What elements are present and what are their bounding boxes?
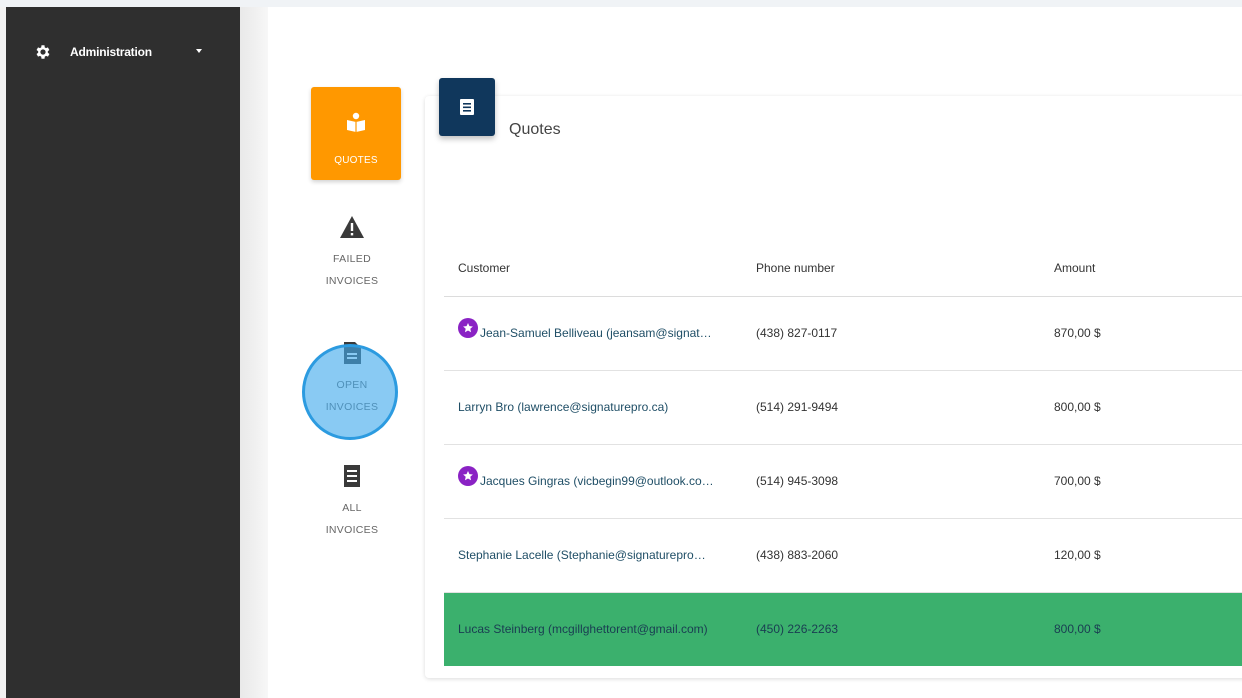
amount-cell: 800,00 $	[1040, 592, 1242, 666]
phone-cell: (514) 291-9494	[742, 370, 1040, 445]
customer-cell[interactable]: Stephanie Lacelle (Stephanie@signaturepr…	[444, 518, 742, 593]
customer-cell[interactable]: Larryn Bro (lawrence@signaturepro.ca)	[444, 370, 742, 445]
table-row[interactable]: Stephanie Lacelle (Stephanie@signaturepr…	[444, 518, 1242, 593]
warning-icon	[307, 212, 397, 242]
column-header-phone[interactable]: Phone number	[742, 240, 1040, 297]
customer-name: Jean-Samuel Belliveau (jeansam@signat…	[480, 326, 712, 340]
amount-cell: 700,00 $	[1040, 444, 1242, 519]
customer-name: Lucas Steinberg (mcgillghettorent@gmail.…	[458, 622, 708, 637]
table-row[interactable]: Jean-Samuel Belliveau (jeansam@signat… (4…	[444, 296, 1242, 371]
star-badge-icon	[458, 318, 478, 338]
page-title: Quotes	[509, 121, 561, 138]
sidebar-item-administration[interactable]: Administration	[26, 36, 216, 68]
nav-tile-open-invoices[interactable]: OPEN INVOICES	[307, 338, 397, 418]
nav-tile-label: ALL	[342, 502, 362, 514]
phone-cell: (438) 883-2060	[742, 518, 1040, 593]
amount-cell: 800,00 $	[1040, 370, 1242, 445]
customer-info: Jean-Samuel Belliveau (jeansam@signat…	[458, 318, 742, 343]
quotes-table: Customer Phone number Amount Jean-Samuel…	[444, 240, 1242, 666]
table-header-row: Customer Phone number Amount	[444, 240, 1242, 297]
customer-cell[interactable]: Jean-Samuel Belliveau (jeansam@signat…	[444, 296, 742, 371]
phone-cell: (514) 945-3098	[742, 444, 1040, 519]
customer-cell[interactable]: Lucas Steinberg (mcgillghettorent@gmail.…	[444, 592, 742, 666]
customer-name: Jacques Gingras (vicbegin99@outlook.co…	[480, 474, 714, 488]
customer-info: Lucas Steinberg (mcgillghettorent@gmail.…	[458, 622, 742, 636]
phone-cell: (438) 827-0117	[742, 296, 1040, 371]
nav-tile-label: INVOICES	[325, 401, 379, 413]
table-row[interactable]: Jacques Gingras (vicbegin99@outlook.co… (…	[444, 444, 1242, 519]
amount-cell: 870,00 $	[1040, 296, 1242, 371]
nav-tile-quotes[interactable]: QUOTES	[311, 87, 401, 180]
gear-icon	[34, 43, 52, 61]
nav-tile-label: OPEN	[336, 379, 368, 391]
quote-reader-icon	[345, 112, 367, 137]
star-badge-icon	[458, 466, 478, 486]
amount-cell: 120,00 $	[1040, 518, 1242, 593]
customer-info: Stephanie Lacelle (Stephanie@signaturepr…	[458, 548, 742, 562]
customer-info: Jacques Gingras (vicbegin99@outlook.co…	[458, 466, 742, 491]
nav-tile-label: INVOICES	[325, 524, 379, 536]
table-row[interactable]: Larryn Bro (lawrence@signaturepro.ca) (51…	[444, 370, 1242, 445]
table-row[interactable]: Lucas Steinberg (mcgillghettorent@gmail.…	[444, 592, 1242, 666]
customer-name: Larryn Bro (lawrence@signaturepro.ca)	[458, 400, 669, 414]
nav-tile-label: INVOICES	[325, 275, 379, 287]
column-header-customer[interactable]: Customer	[444, 240, 742, 297]
customer-name: Stephanie Lacelle (Stephanie@signaturepr…	[458, 548, 708, 562]
column-header-amount[interactable]: Amount	[1040, 240, 1242, 297]
nav-tile-label: QUOTES	[334, 155, 378, 166]
customer-info: Larryn Bro (lawrence@signaturepro.ca)	[458, 400, 742, 414]
sidebar-item-label: Administration	[70, 45, 152, 59]
customer-cell[interactable]: Jacques Gingras (vicbegin99@outlook.co…	[444, 444, 742, 519]
nav-tile-all-invoices[interactable]: ALL INVOICES	[307, 461, 397, 541]
list-document-icon	[307, 461, 397, 491]
document-icon	[307, 338, 397, 368]
nav-tile-label: FAILED	[333, 253, 371, 265]
sidebar	[6, 7, 240, 698]
sidebar-shadow	[240, 7, 268, 698]
list-document-icon	[439, 78, 495, 136]
top-strip	[0, 0, 1242, 7]
phone-cell: (450) 226-2263	[742, 592, 1040, 666]
chevron-down-icon[interactable]	[196, 49, 202, 53]
nav-tile-failed-invoices[interactable]: FAILED INVOICES	[307, 212, 397, 292]
